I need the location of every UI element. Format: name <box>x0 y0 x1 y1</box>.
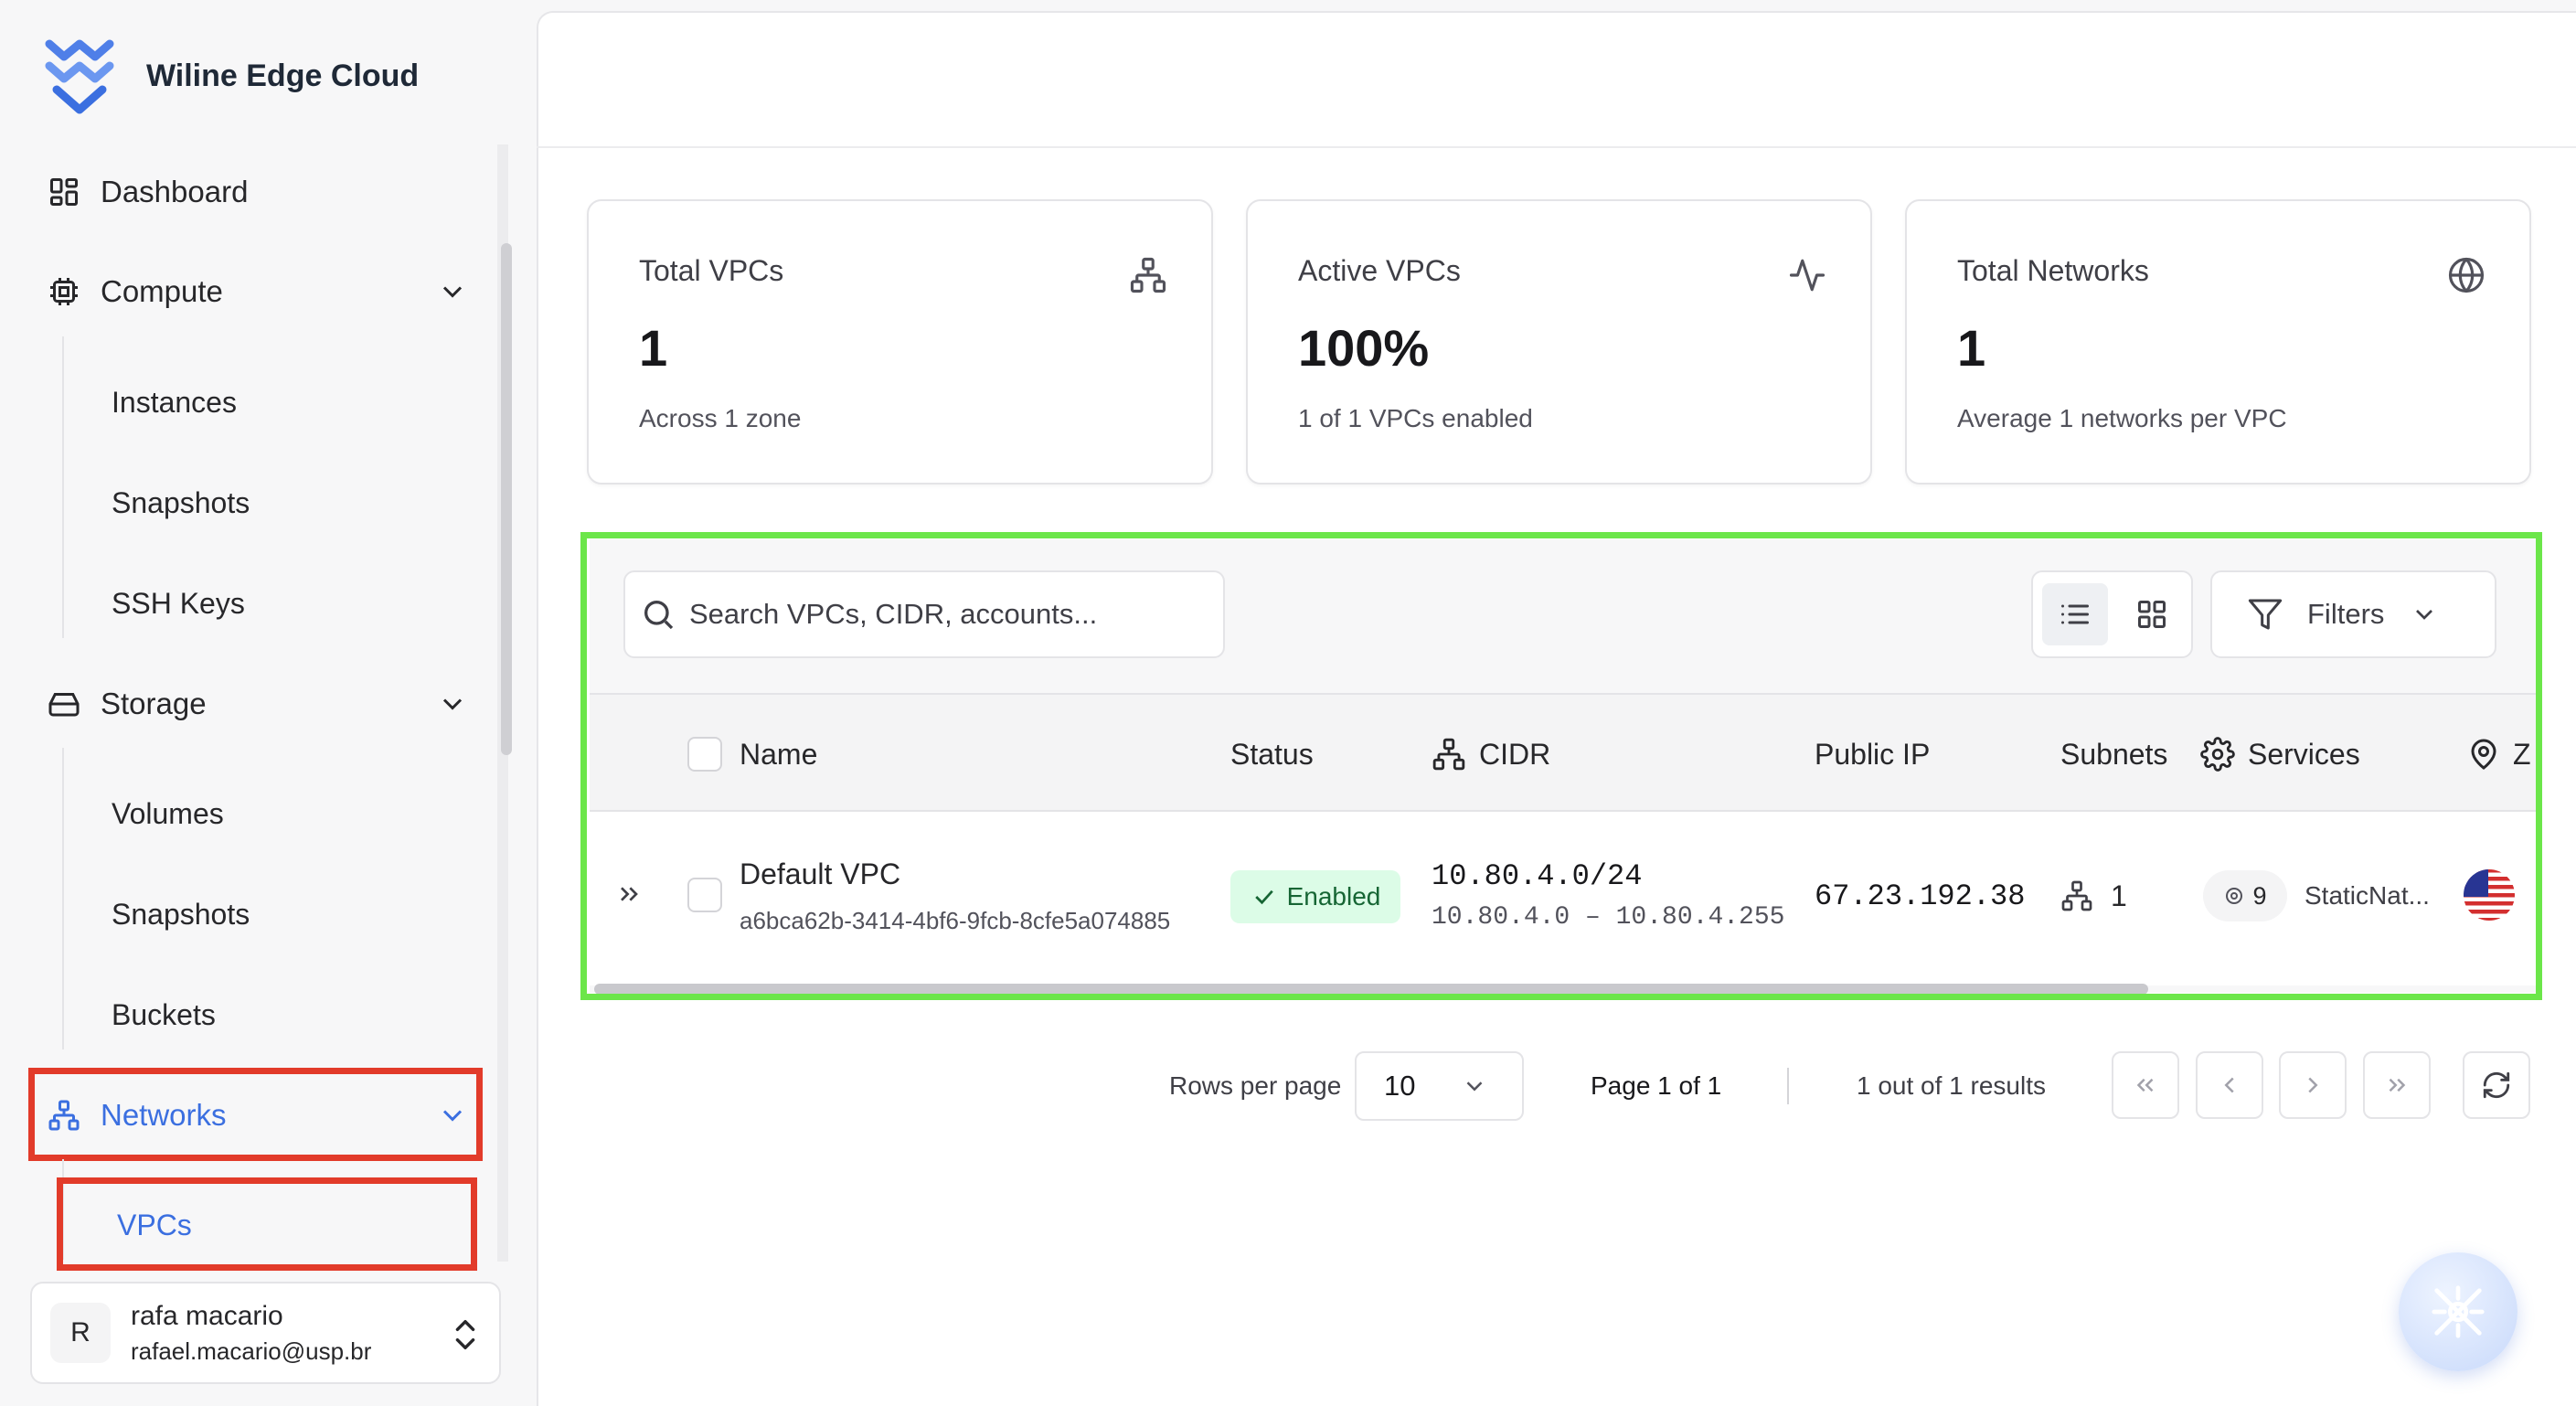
highlight-table <box>580 532 2542 1000</box>
activity-icon <box>1789 259 1826 292</box>
highlight-networks <box>28 1068 483 1161</box>
chevron-down-icon <box>1467 1081 1483 1092</box>
submenu-line <box>62 748 64 1049</box>
cpu-icon <box>46 273 82 310</box>
refresh-icon <box>2483 1071 2510 1099</box>
brand[interactable]: Wiline Edge Cloud <box>44 37 419 115</box>
avatar: R <box>50 1303 111 1363</box>
sidebar-item-storage[interactable]: Storage <box>29 660 482 748</box>
stat-subtext: 1 of 1 VPCs enabled <box>1298 404 1533 432</box>
user-menu[interactable]: R rafa macario rafael.macario@usp.br <box>30 1282 501 1384</box>
sidebar-item-compute[interactable]: Compute <box>29 248 482 336</box>
pagination-divider <box>1787 1068 1789 1104</box>
assistant-icon <box>2432 1285 2485 1338</box>
sidebar-item-label: Storage <box>101 687 207 720</box>
rows-per-page-select[interactable]: 10 <box>1355 1051 1524 1121</box>
submenu-line <box>62 336 64 638</box>
chevron-right-icon <box>2308 1077 2318 1093</box>
sidebar-item-storage-snapshots[interactable]: Snapshots <box>112 878 250 951</box>
last-page-button[interactable] <box>2363 1051 2431 1119</box>
highlight-vpcs <box>57 1177 477 1271</box>
next-page-button[interactable] <box>2279 1051 2347 1119</box>
stat-value: 1 <box>1957 319 1986 377</box>
logo-icon <box>45 39 114 114</box>
stat-subtext: Across 1 zone <box>639 404 802 432</box>
sidebar-item-buckets[interactable]: Buckets <box>112 978 216 1051</box>
stat-card-total-vpcs: Total VPCs 1 Across 1 zone <box>587 199 1213 485</box>
sidebar-item-label: Dashboard <box>101 175 249 208</box>
stat-title: Active VPCs <box>1298 254 1461 287</box>
chevron-left-icon <box>2224 1077 2234 1093</box>
chevron-down-icon <box>442 698 463 710</box>
page-indicator: Page 1 of 1 <box>1591 1071 1722 1100</box>
chevron-down-icon <box>442 286 463 298</box>
stat-title: Total VPCs <box>639 254 784 287</box>
stat-card-active-vpcs: Active VPCs 100% 1 of 1 VPCs enabled <box>1246 199 1872 485</box>
chevron-up-down-icon <box>455 1320 475 1349</box>
assistant-button[interactable] <box>2399 1252 2517 1371</box>
chevrons-left-icon <box>2136 1078 2154 1092</box>
stat-value: 100% <box>1298 319 1430 377</box>
prev-page-button[interactable] <box>2196 1051 2263 1119</box>
chevrons-right-icon <box>2389 1078 2406 1092</box>
user-name: rafa macario <box>131 1300 283 1331</box>
rows-per-page-value: 10 <box>1384 1070 1416 1102</box>
first-page-button[interactable] <box>2112 1051 2179 1119</box>
stat-title: Total Networks <box>1957 254 2149 287</box>
stat-card-total-networks: Total Networks 1 Average 1 networks per … <box>1905 199 2531 485</box>
stat-value: 1 <box>639 319 668 377</box>
sidebar-item-instances[interactable]: Instances <box>112 366 237 439</box>
sidebar-item-dashboard[interactable]: Dashboard <box>29 148 482 236</box>
sidebar: Wiline Edge Cloud Dashboard Compute Inst… <box>0 0 526 1406</box>
header-divider <box>537 146 2576 148</box>
hard-drive-icon <box>46 686 82 722</box>
app-name: Wiline Edge Cloud <box>146 58 420 93</box>
user-email: rafael.macario@usp.br <box>131 1337 372 1365</box>
globe-icon <box>2448 257 2485 293</box>
stat-subtext: Average 1 networks per VPC <box>1957 404 2287 432</box>
dashboard-icon <box>46 174 82 210</box>
sidebar-item-volumes[interactable]: Volumes <box>112 777 224 850</box>
sidebar-item-label: Compute <box>101 274 223 308</box>
network-icon <box>1130 257 1166 293</box>
refresh-button[interactable] <box>2463 1051 2530 1119</box>
sidebar-item-ssh-keys[interactable]: SSH Keys <box>112 567 245 640</box>
sidebar-item-compute-snapshots[interactable]: Snapshots <box>112 466 250 539</box>
results-count: 1 out of 1 results <box>1857 1071 2047 1100</box>
sidebar-scrollbar[interactable] <box>501 243 512 755</box>
rows-per-page-label: Rows per page <box>1169 1071 1342 1100</box>
